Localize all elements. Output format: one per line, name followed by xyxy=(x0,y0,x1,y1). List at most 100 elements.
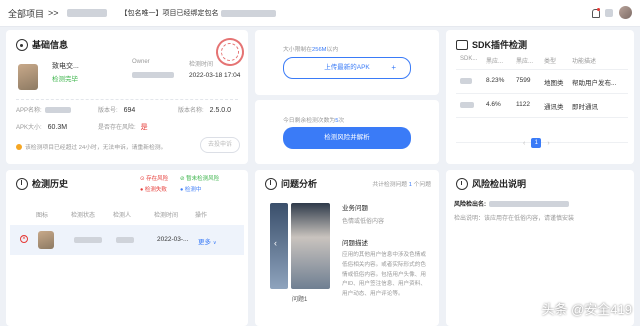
history-table-header: 图标 检测状态 检测人 检测时间 操作 xyxy=(6,210,248,219)
legend-risk: ⊙ 存在风险 xyxy=(140,176,169,182)
biz-title: 业务问题 xyxy=(342,205,368,212)
tester-blurred xyxy=(116,237,134,243)
sdk-col-name: SDK... xyxy=(460,56,478,62)
bell-icon[interactable] xyxy=(591,7,600,18)
risk-header: 风险检出说明 xyxy=(456,177,526,190)
top-bar: 全部项目 >> 【包名唯一】项目已经绑定包名 xyxy=(0,0,640,27)
page-current[interactable]: 1 xyxy=(531,138,542,148)
divider xyxy=(456,117,628,118)
appeal-button[interactable]: 去投申诉 xyxy=(200,137,240,153)
version-name-row: 版本名称: 2.5.0.0 xyxy=(178,105,231,114)
history-header: 检测历史 xyxy=(16,177,68,190)
issue-count-suffix: 个问题 xyxy=(413,182,431,188)
sdk-type: 通讯类 xyxy=(544,104,564,111)
app-name-row: APP名称: xyxy=(16,105,71,114)
analysis-icon xyxy=(265,177,277,190)
upload-card: 大小限制在256M以内 上传最新的APK + xyxy=(255,30,439,95)
time-label: 检测时间 xyxy=(189,62,214,68)
risk-name-blurred xyxy=(489,200,569,207)
issue-count-prefix: 共计检测问题 xyxy=(372,182,408,188)
col-status: 检测状态 xyxy=(71,213,96,219)
project-name-blurred xyxy=(66,9,107,17)
pagination: ‹ 1 › xyxy=(523,138,640,148)
apk-size-value: 60.3M xyxy=(47,124,68,131)
sdk-col-type: 类型 xyxy=(544,59,557,65)
package-name-blurred xyxy=(220,9,276,17)
avatar[interactable] xyxy=(619,6,632,19)
col-time: 检测时间 xyxy=(154,213,179,219)
sdk-type: 地图类 xyxy=(544,80,564,87)
more-label: 更多 xyxy=(198,239,211,246)
divider xyxy=(456,69,628,70)
col-tester: 检测人 xyxy=(113,213,132,219)
breadcrumb-root[interactable]: 全部项目 xyxy=(8,7,44,20)
sdk-desc: 即时通讯 xyxy=(572,104,598,111)
watermark-text: 头条 @安全419 xyxy=(541,302,633,317)
divider xyxy=(456,93,628,94)
screenshot-thumb-main[interactable] xyxy=(291,203,330,289)
basic-info-header: 基础信息 xyxy=(16,38,68,51)
user-badge-blurred xyxy=(605,8,613,17)
version-no-label: 版本号: xyxy=(98,108,118,114)
risk-row: 是否存在风险: 是 xyxy=(98,122,148,132)
sdk-count: 7599 xyxy=(516,77,531,84)
sdk-name-blurred xyxy=(460,102,474,108)
sdk-header: SDK插件检测 xyxy=(456,38,527,51)
sdk-table-header: SDK... 黑应... 黑应... 类型 功能描述 xyxy=(460,56,630,65)
risk-label: 是否存在风险: xyxy=(98,125,136,131)
table-row[interactable]: × 2022-03-... 更多 ∨ xyxy=(10,225,244,255)
sdk-name-blurred xyxy=(460,78,472,84)
prev-page-icon[interactable]: ‹ xyxy=(523,140,525,147)
upload-apk-button[interactable]: 上传最新的APK + xyxy=(283,57,411,79)
shield-icon xyxy=(456,177,468,190)
legend-detecting: ● 检测中 xyxy=(180,187,202,193)
history-icon xyxy=(16,177,28,190)
biz-desc: 色情或低俗内容 xyxy=(342,219,385,225)
time-value: 2022-03-18 17:04 xyxy=(189,72,241,79)
plus-icon: + xyxy=(391,63,396,72)
issue-title: 问题分析 xyxy=(281,179,318,189)
risk-value: 是 xyxy=(140,124,148,131)
info-icon xyxy=(16,38,28,51)
basic-info-card: 基础信息 致电交... 检测完毕 Owner 检测时间 2022-03-18 1… xyxy=(6,30,248,164)
sdk-card: SDK插件检测 SDK... 黑应... 黑应... 类型 功能描述 8.23%… xyxy=(446,30,634,164)
version-no-value: 694 xyxy=(123,107,136,114)
remaining-prefix: 今日剩余检测次数为 xyxy=(283,118,336,124)
risk-title: 风险检出说明 xyxy=(472,179,527,189)
legend-no-risk-label: 暂未检测风险 xyxy=(186,176,220,182)
detect-risk-button[interactable]: 检测风险并解析 xyxy=(283,127,411,149)
detect-card: 今日剩余检测次数为5次 检测风险并解析 xyxy=(255,100,439,164)
status-text: 检测完毕 xyxy=(52,76,78,83)
risk-name-row: 风险检出名: xyxy=(454,199,569,208)
owner-label: Owner xyxy=(132,59,150,65)
hint-row: 该检测项目已经超过 24小时，无法申诉，请重新检测。 xyxy=(16,142,166,151)
risk-status-icon: × xyxy=(20,235,28,243)
risk-stamp-icon xyxy=(212,34,248,70)
version-name-label: 版本名称: xyxy=(178,108,204,114)
next-page-icon[interactable]: › xyxy=(547,140,549,147)
table-row: 8.23% 7599 地图类 帮助用户发布... xyxy=(460,77,630,87)
legend-failed-label: 检测失败 xyxy=(144,187,167,193)
sdk-pct: 4.6% xyxy=(486,101,501,108)
remaining-suffix: 次 xyxy=(338,118,345,124)
legend-no-risk: ⊘ 暂未检测风险 xyxy=(180,176,220,182)
hint-text: 该检测项目已经超过 24小时，无法申诉，请重新检测。 xyxy=(25,145,167,151)
app-name-blurred xyxy=(44,106,71,113)
apk-size-row: APK大小: 60.3M xyxy=(16,122,67,131)
risk-name-label: 风险检出名: xyxy=(454,202,486,208)
sdk-col-black2: 黑应... xyxy=(516,59,534,65)
screenshot-thumb-left[interactable] xyxy=(270,203,288,289)
col-action: 操作 xyxy=(195,213,208,219)
issue-count-value: 1 xyxy=(408,182,412,188)
app-icon xyxy=(18,64,38,90)
app-name-label: APP名称: xyxy=(16,108,42,114)
issue-count: 共计检测问题 1 个问题 xyxy=(372,179,431,188)
history-card: 检测历史 ⊙ 存在风险 ⊘ 暂未检测风险 ● 检测失败 ● 检测中 图标 检测状… xyxy=(6,170,248,326)
legend-risk-label: 存在风险 xyxy=(146,176,169,182)
size-limit-value: 256M xyxy=(312,47,327,53)
risk-advice-row: 检出说明：该应用存在低俗内容，请谨慎安装 xyxy=(454,213,574,222)
more-button[interactable]: 更多 ∨ xyxy=(198,236,216,246)
status-blurred xyxy=(74,237,102,243)
desc-text: 应用的其他用户信息中涉及色情或低俗相关内容。或者实际形式的色情或低俗内容。包括用… xyxy=(342,252,426,298)
prev-image-icon[interactable]: ‹ xyxy=(274,238,277,248)
